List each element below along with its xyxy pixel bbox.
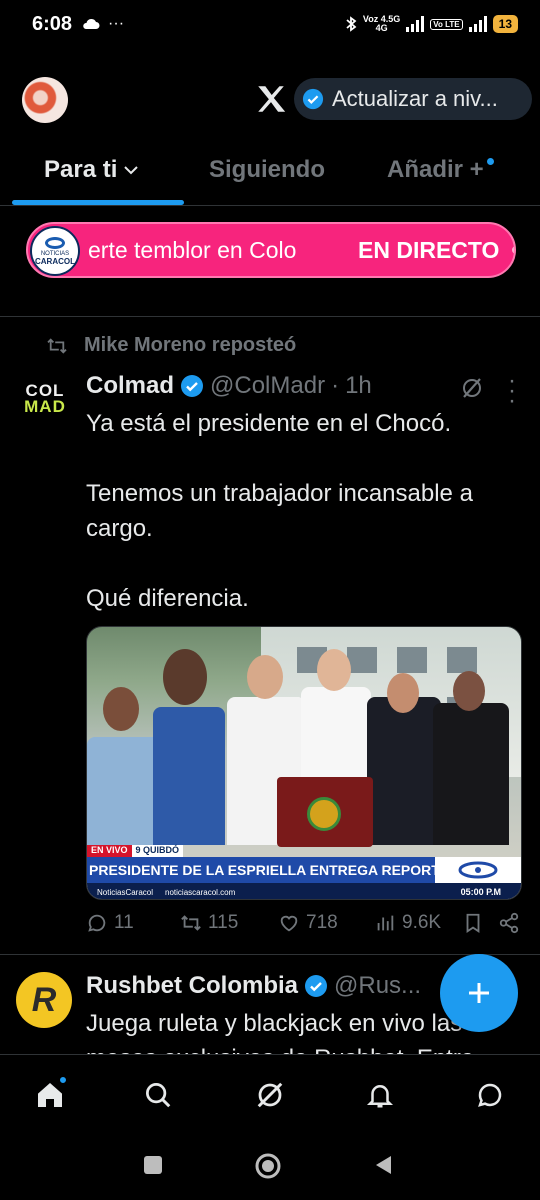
divider: [0, 316, 540, 317]
message-icon: [478, 1083, 502, 1107]
cloud-icon: [83, 18, 100, 29]
circle-home-icon: [255, 1153, 281, 1179]
plus-icon: [469, 983, 489, 1003]
tweet-time[interactable]: 1h: [345, 372, 372, 400]
nav-messages[interactable]: [470, 1075, 510, 1115]
verified-badge-icon: [305, 975, 328, 997]
x-logo-icon: [258, 86, 286, 112]
grok-icon[interactable]: [460, 376, 484, 400]
tweet-media-image[interactable]: EN VIVO 9 QUIBDÓ PRESIDENTE DE LA ESPRIE…: [86, 626, 522, 900]
verified-badge-icon: [302, 88, 324, 110]
timeline-tabs: Para ti Siguiendo Añadir +: [0, 140, 540, 206]
home-notification-dot: [58, 1075, 68, 1085]
bookmark-icon: [466, 913, 480, 933]
bluetooth-icon: [346, 16, 357, 32]
tweet-text: Ya está el presidente en el Chocó. Tenem…: [86, 410, 473, 612]
tweet-separator: ·: [331, 372, 340, 399]
volte-badge: Vo LTE: [430, 18, 463, 30]
share-button[interactable]: [498, 912, 520, 934]
upgrade-label: Actualizar a niv...: [332, 86, 498, 111]
live-tag: EN DIRECTO: [358, 236, 500, 263]
divider: [0, 954, 540, 955]
nav-home[interactable]: [30, 1075, 70, 1115]
heart-icon: [280, 915, 298, 932]
battery-badge: 13: [492, 15, 518, 33]
tweet-author-handle[interactable]: @ColMadr: [210, 372, 325, 400]
tab-add[interactable]: Añadir +: [387, 156, 494, 184]
back-triangle-icon: [376, 1156, 391, 1174]
tweet-author-avatar[interactable]: COL MAD: [18, 372, 72, 426]
chyron-location: 9 QUIBDÓ: [131, 845, 184, 857]
signal-icon: [406, 16, 425, 32]
tweet-author-name[interactable]: Colmad: [86, 372, 174, 400]
more-options-icon[interactable]: · · ·: [508, 369, 516, 413]
tab-following[interactable]: Siguiendo: [209, 156, 325, 184]
nav-notifications[interactable]: [360, 1075, 400, 1115]
tweet-actions: 11 115 718 9.6K: [86, 912, 526, 942]
recents-button[interactable]: [142, 1154, 164, 1181]
reply-icon: [88, 914, 106, 932]
caracol-eye-icon: [45, 236, 65, 249]
verified-badge-icon: [181, 375, 204, 397]
repost-button[interactable]: 115: [180, 912, 238, 934]
caracol-logo: [435, 857, 521, 883]
live-headline: erte temblor en Colo: [88, 236, 297, 263]
tab-for-you[interactable]: Para ti: [44, 156, 139, 184]
profile-avatar[interactable]: [22, 77, 68, 123]
views-button[interactable]: 9.6K: [374, 912, 441, 934]
news-chyron: EN VIVO 9 QUIBDÓ PRESIDENTE DE LA ESPRIE…: [87, 845, 521, 899]
repost-context[interactable]: Mike Moreno reposteó: [46, 334, 296, 357]
network-type: Voz 4.5G 4G: [362, 14, 401, 33]
active-tab-indicator: [12, 200, 184, 205]
top-header: Actualizar a niv...: [0, 70, 540, 130]
home-system-button[interactable]: [254, 1152, 282, 1185]
next-tweet-handle[interactable]: @Rus...: [334, 972, 421, 1000]
grok-icon: [257, 1082, 283, 1108]
chyron-site: noticiascaracol.com: [165, 887, 236, 897]
status-time: 6:08: [32, 12, 73, 35]
system-navigation: [0, 1134, 540, 1200]
next-tweet-avatar[interactable]: R: [16, 972, 72, 1028]
next-tweet-header: Rushbet Colombia @Rus...: [86, 972, 421, 1000]
signal-icon-2: [468, 16, 487, 32]
bell-icon: [366, 1085, 394, 1108]
live-news-banner[interactable]: NOTICIAS CARACOL erte temblor en Colo EN…: [26, 222, 516, 278]
chyron-live-label: EN VIVO: [87, 845, 132, 857]
repost-icon: [181, 915, 201, 931]
search-icon: [146, 1083, 171, 1108]
new-indicator-dot: [486, 158, 494, 165]
tweet-header: Colmad @ColMadr · 1h: [86, 372, 372, 400]
caracol-eye-icon: [458, 861, 498, 879]
like-button[interactable]: 718: [278, 912, 338, 934]
next-tweet-author-name[interactable]: Rushbet Colombia: [86, 972, 298, 1000]
share-icon: [499, 912, 519, 934]
compose-button[interactable]: [440, 954, 518, 1032]
podium-seal: [307, 797, 341, 831]
status-bar: 6:08 ··· Voz 4.5G 4G Vo LTE 13: [0, 0, 540, 48]
reply-button[interactable]: 11: [86, 912, 134, 934]
recents-icon: [144, 1156, 162, 1174]
bookmark-button[interactable]: [462, 912, 484, 934]
noticias-caracol-logo: NOTICIAS CARACOL: [30, 226, 80, 276]
repost-icon: [47, 337, 67, 354]
chyron-clock: 05:00 P.M: [460, 887, 501, 897]
more-notifications-icon: ···: [108, 15, 125, 32]
nav-grok[interactable]: [250, 1075, 290, 1115]
nav-search[interactable]: [138, 1075, 178, 1115]
chevron-down-icon: [124, 166, 139, 175]
views-icon: [377, 915, 394, 931]
back-button[interactable]: [372, 1154, 394, 1181]
chyron-channel: NoticiasCaracol: [97, 887, 154, 897]
bottom-navigation: [0, 1054, 540, 1134]
upgrade-button[interactable]: Actualizar a niv...: [294, 78, 532, 120]
live-dot: [512, 246, 514, 254]
